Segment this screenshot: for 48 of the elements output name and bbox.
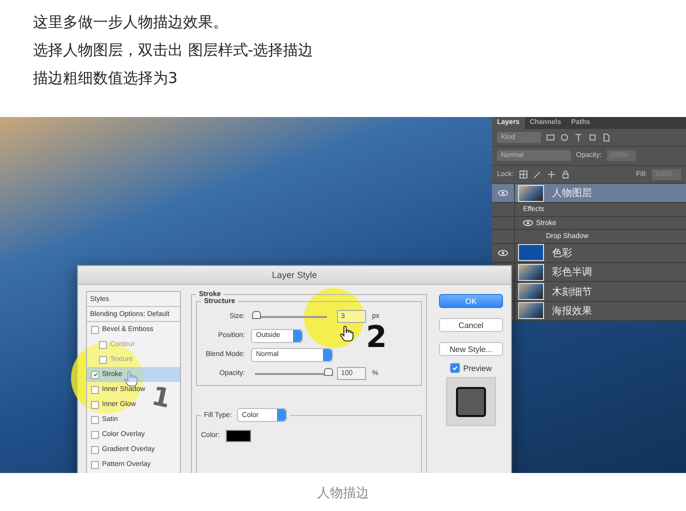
- lock-icon[interactable]: [560, 170, 570, 179]
- dialog-button[interactable]: Cancel: [439, 318, 503, 332]
- layer-name: 海报效果: [552, 304, 592, 318]
- circle-icon[interactable]: [560, 133, 569, 142]
- checkmark-icon: [92, 372, 98, 377]
- checkbox[interactable]: [91, 416, 99, 424]
- highlight-circle: [304, 288, 364, 348]
- move-icon[interactable]: [546, 170, 556, 179]
- checkbox[interactable]: [91, 430, 99, 438]
- crop-icon[interactable]: [588, 133, 597, 142]
- layer-thumbnail: [518, 283, 544, 300]
- figure-caption: 人物描边: [316, 485, 370, 503]
- layer-row[interactable]: 人物图层: [492, 184, 686, 204]
- layer-row[interactable]: 色彩: [492, 244, 686, 264]
- step-number: 2: [366, 323, 387, 353]
- preview-checkbox[interactable]: Preview: [450, 363, 492, 373]
- color-swatch[interactable]: [226, 430, 251, 442]
- slider-thumb[interactable]: [252, 310, 261, 318]
- layer-name: 木刻细节: [552, 286, 592, 299]
- type-icon[interactable]: [574, 133, 583, 142]
- image-icon[interactable]: [546, 133, 555, 142]
- dialog-title: Layer Style: [78, 266, 511, 285]
- layer-thumbnail: [518, 184, 544, 202]
- checkerboard-icon[interactable]: [518, 170, 528, 179]
- dialog-button[interactable]: New Style...: [439, 342, 503, 356]
- checkmark-icon: [452, 365, 458, 371]
- checkbox[interactable]: [91, 446, 99, 454]
- layer-thumbnail: [518, 302, 544, 320]
- document-icon[interactable]: [602, 133, 611, 142]
- checkbox[interactable]: [91, 326, 99, 334]
- layer-name: 人物图层: [552, 187, 592, 200]
- eye-icon[interactable]: [498, 190, 508, 196]
- checkbox[interactable]: [91, 460, 99, 468]
- article-text: 这里多做一步人物描边效果。: [33, 12, 229, 33]
- article-text: 选择人物图层，双击出 图层样式-选择描边: [33, 40, 314, 61]
- hand-cursor-icon: [124, 371, 138, 387]
- article-text: 描边粗细数值选择为3: [33, 68, 179, 89]
- layer-name: 彩色半调: [552, 266, 592, 280]
- hand-cursor-icon: [340, 326, 354, 342]
- layer-thumbnail: [518, 244, 544, 262]
- brush-icon[interactable]: [532, 170, 542, 179]
- eye-icon[interactable]: [498, 250, 508, 256]
- eye-icon[interactable]: [523, 220, 533, 226]
- preview-swatch: [446, 377, 496, 426]
- layer-name: 色彩: [552, 246, 572, 260]
- layer-thumbnail: [518, 264, 544, 281]
- slider-thumb[interactable]: [324, 368, 333, 376]
- step-number: 1: [150, 383, 173, 413]
